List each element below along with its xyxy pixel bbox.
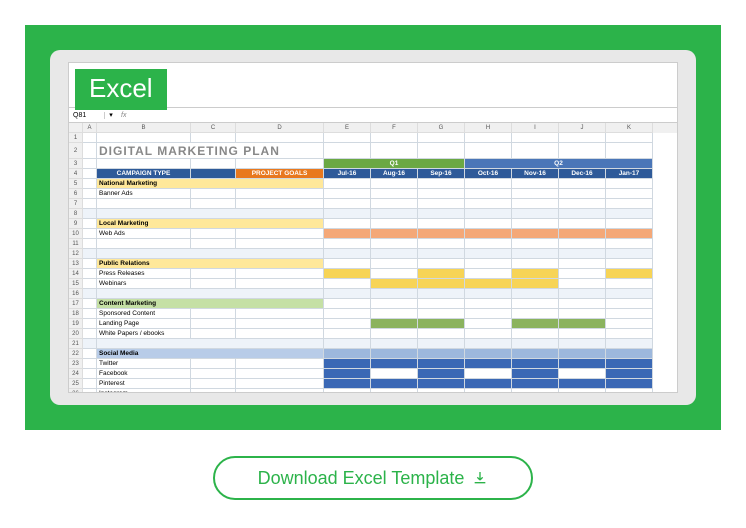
col-header[interactable]: A bbox=[83, 123, 97, 133]
q1-header: Q1 bbox=[324, 159, 465, 169]
section-local: Local Marketing bbox=[97, 219, 324, 229]
campaign-header: CAMPAIGN TYPE bbox=[97, 169, 191, 179]
col-header[interactable]: C bbox=[191, 123, 236, 133]
cell-reference[interactable]: Q81 bbox=[69, 112, 105, 119]
col-header[interactable]: J bbox=[559, 123, 606, 133]
section-pr: Public Relations bbox=[97, 259, 324, 269]
col-header[interactable]: F bbox=[371, 123, 418, 133]
col-header[interactable]: G bbox=[418, 123, 465, 133]
col-header[interactable]: E bbox=[324, 123, 371, 133]
col-header[interactable]: B bbox=[97, 123, 191, 133]
device-frame: Excel Q81 ▾ fx A B C D E F G H I J K 1 2… bbox=[50, 50, 696, 405]
download-button[interactable]: Download Excel Template bbox=[213, 456, 533, 500]
col-header[interactable]: I bbox=[512, 123, 559, 133]
col-header[interactable]: D bbox=[236, 123, 324, 133]
fx-label: fx bbox=[117, 112, 130, 119]
page-title: DIGITAL MARKETING PLAN bbox=[97, 143, 324, 159]
section-content: Content Marketing bbox=[97, 299, 324, 309]
download-icon bbox=[472, 470, 488, 486]
download-label: Download Excel Template bbox=[258, 468, 465, 489]
excel-badge: Excel bbox=[75, 69, 167, 110]
q2-header: Q2 bbox=[465, 159, 653, 169]
section-national: National Marketing bbox=[97, 179, 324, 189]
col-header[interactable]: H bbox=[465, 123, 512, 133]
spreadsheet: Excel Q81 ▾ fx A B C D E F G H I J K 1 2… bbox=[68, 62, 678, 393]
green-frame: Excel Q81 ▾ fx A B C D E F G H I J K 1 2… bbox=[25, 25, 721, 430]
grid: A B C D E F G H I J K 1 2DIGITAL MARKETI… bbox=[69, 123, 677, 392]
section-social: Social Media bbox=[97, 349, 324, 359]
goals-header: PROJECT GOALS bbox=[236, 169, 324, 179]
col-header[interactable]: K bbox=[606, 123, 653, 133]
